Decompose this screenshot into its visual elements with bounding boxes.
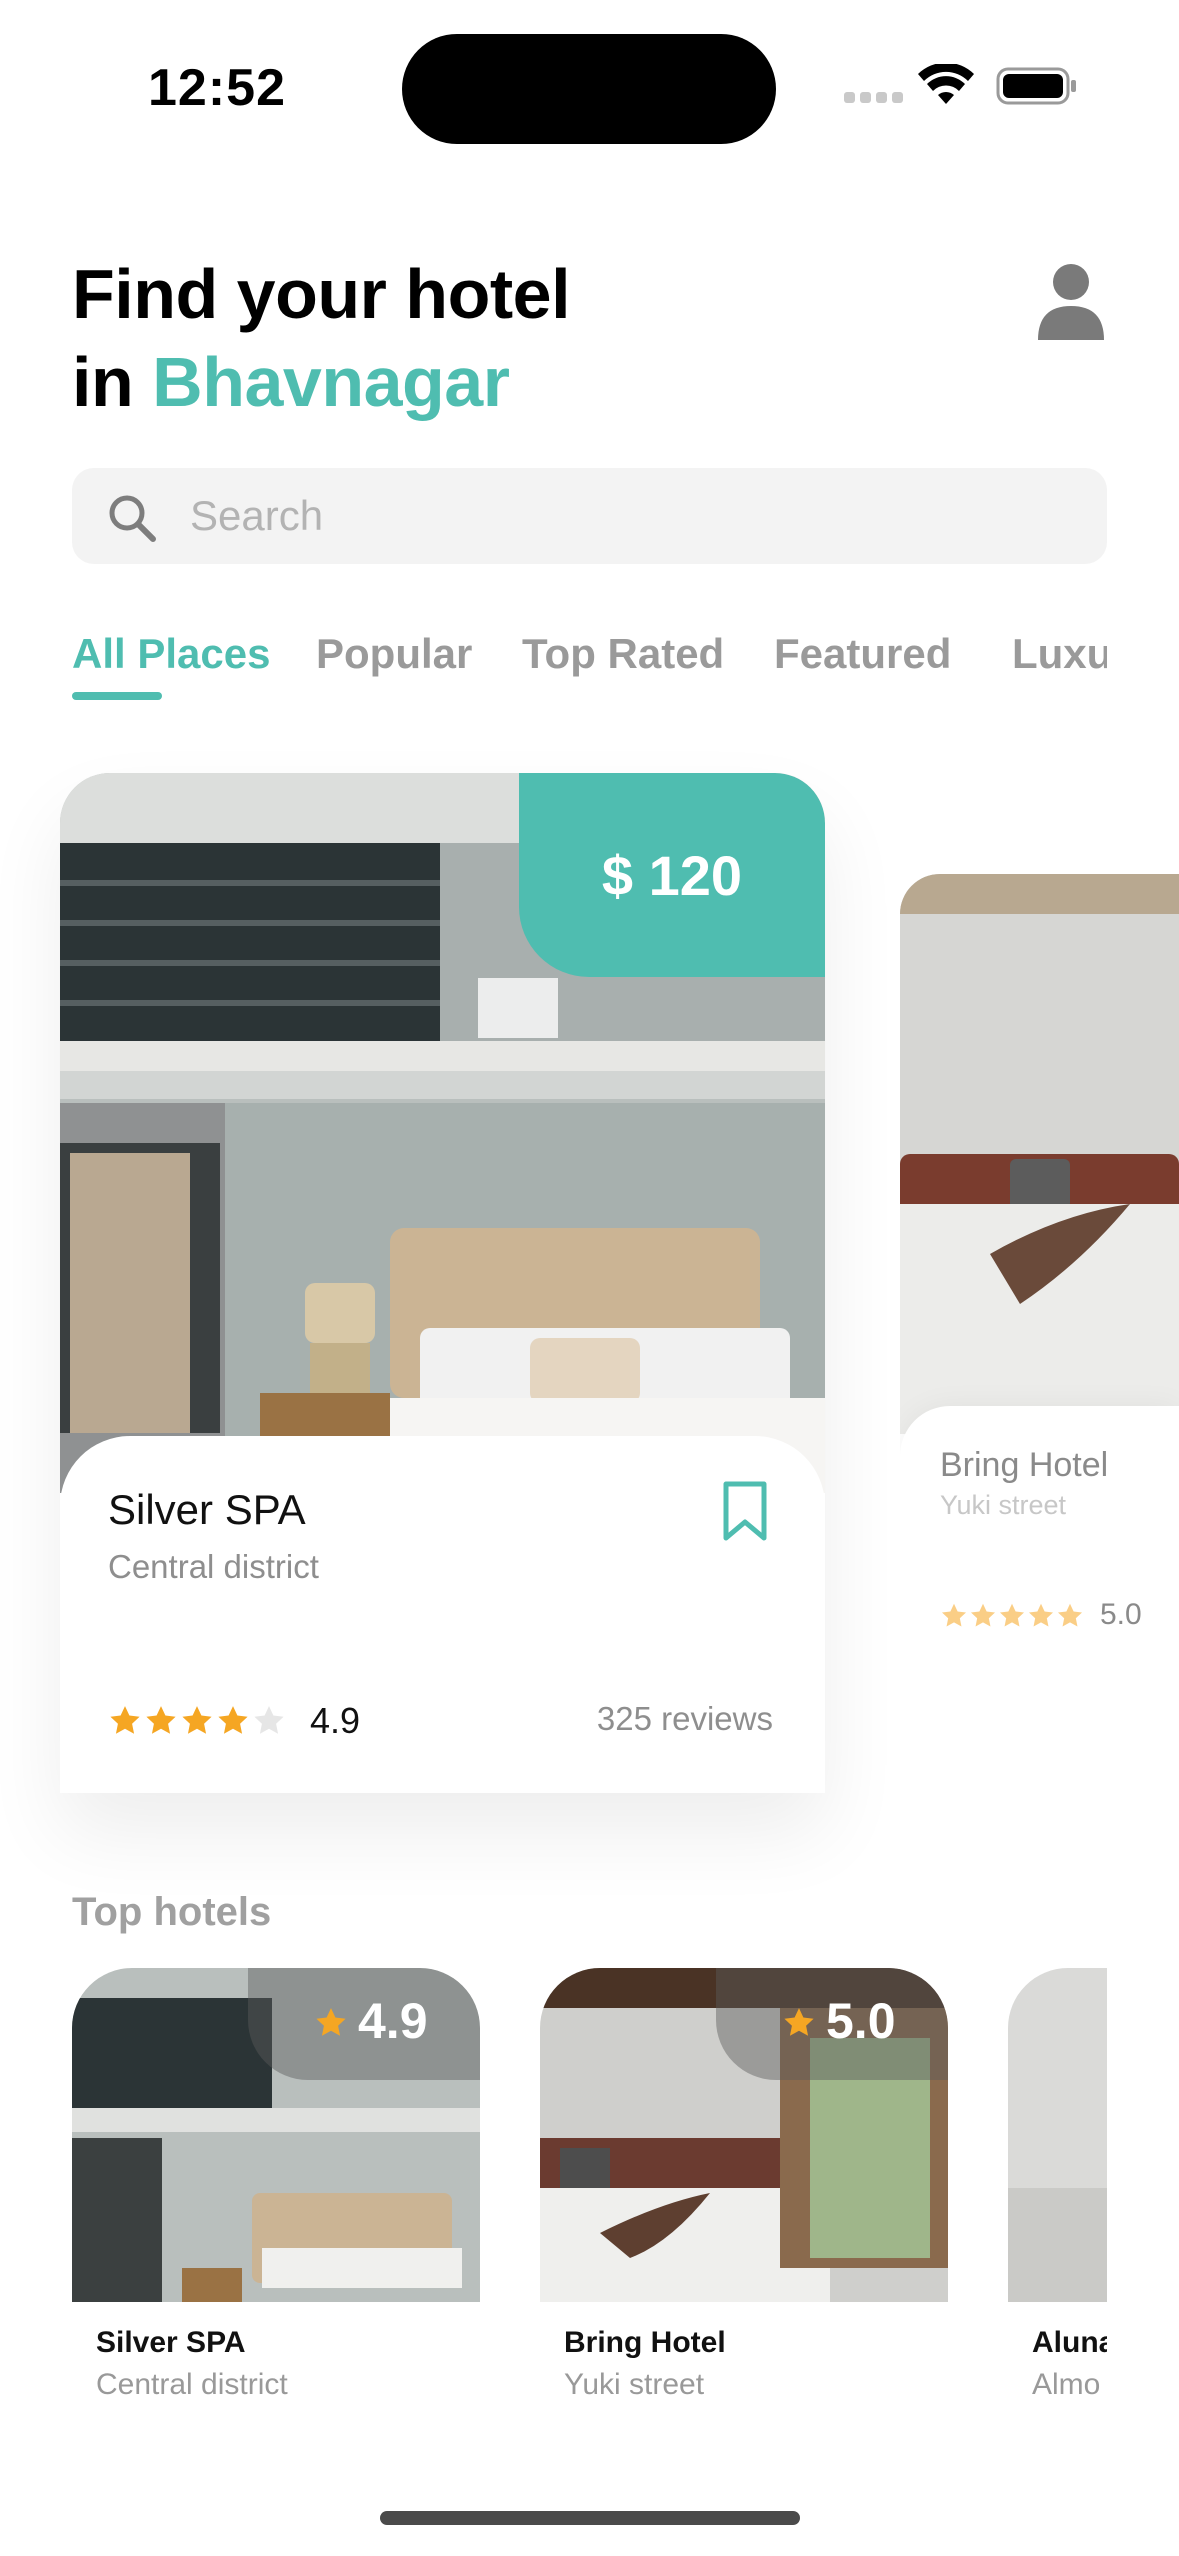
hotel-thumbnail: 5.0 (540, 1968, 948, 2302)
hotel-thumbnail: 4.9 (72, 1968, 480, 2302)
hotel-photo (1008, 1968, 1107, 2302)
bookmark-icon[interactable] (722, 1480, 768, 1542)
person-icon[interactable] (1036, 262, 1106, 342)
hotel-location: Central district (96, 2368, 288, 2401)
hotel-card-info: Bring Hotel Yuki street 5.0 (900, 1406, 1179, 1692)
wifi-icon (918, 64, 974, 104)
star-icon (182, 1706, 212, 1734)
section-title: Top hotels (72, 1890, 272, 1934)
tab-top-rated[interactable]: Top Rated (522, 630, 724, 678)
star-icon (784, 2008, 814, 2036)
tab-featured[interactable]: Featured (774, 630, 951, 678)
rating-value: 4.9 (310, 1700, 361, 1741)
page-title: Find your hotel in Bhavnagar (72, 250, 571, 426)
tab-popular[interactable]: Popular (316, 630, 472, 678)
cellular-signal-icon (844, 92, 904, 104)
city-name: Bhavnagar (152, 343, 510, 421)
rating-badge: 5.0 (716, 1968, 948, 2080)
hotel-card[interactable]: $ 120 Silver SPA Central district 4.9 32… (60, 773, 825, 1793)
dynamic-island (402, 34, 776, 144)
hotel-card[interactable]: Bring Hotel Yuki street 5.0 (900, 874, 1179, 1692)
hotel-name: Silver SPA (96, 2326, 246, 2359)
active-tab-indicator (72, 692, 162, 700)
tab-luxury[interactable]: Luxury (1012, 630, 1107, 678)
star-icon (146, 1706, 176, 1734)
star-icon (254, 1706, 284, 1734)
search-icon (109, 495, 156, 542)
hotel-card-info: Silver SPA Central district 4.9 325 revi… (60, 1436, 825, 1793)
search-input[interactable] (190, 468, 1070, 564)
title-line-2: in Bhavnagar (72, 338, 570, 426)
hotel-name: Bring Hotel (940, 1446, 1109, 1484)
top-hotels-list: 4.9 Silver SPA Central district 5.0 Brin… (72, 1968, 1107, 2428)
rating-badge: 4.9 (248, 1968, 480, 2080)
search-bar[interactable] (72, 468, 1107, 564)
hotel-location: Yuki street (564, 2368, 705, 2401)
star-icon (218, 1706, 248, 1734)
star-icon (941, 1603, 967, 1627)
star-icon (1057, 1603, 1083, 1627)
star-icon (999, 1603, 1025, 1627)
status-time: 12:52 (148, 59, 286, 117)
star-rating (940, 1602, 1084, 1630)
star-icon (1028, 1603, 1054, 1627)
rating-value: 5.0 (826, 1993, 896, 2049)
hotel-name: Aluna (1032, 2326, 1107, 2359)
review-count: 325 reviews (596, 1700, 773, 1737)
rating-value: 4.9 (358, 1993, 428, 2049)
star-icon (110, 1706, 140, 1734)
rating-value: 5.0 (1100, 1598, 1142, 1631)
price-badge: $ 120 (519, 773, 825, 977)
hotel-name: Silver SPA (108, 1486, 306, 1533)
tab-all-places[interactable]: All Places (72, 630, 270, 678)
hotel-location: Almo (1032, 2368, 1101, 2401)
title-prefix: in (72, 343, 153, 421)
battery-icon (996, 67, 1076, 105)
hotel-location: Yuki street (940, 1490, 1067, 1520)
star-rating (108, 1704, 286, 1738)
category-tabs: All Places Popular Top Rated Featured Lu… (72, 630, 1107, 710)
title-line-1: Find your hotel (72, 255, 571, 333)
hotel-name: Bring Hotel (564, 2326, 726, 2359)
star-icon (970, 1603, 996, 1627)
hotel-location: Central district (108, 1548, 319, 1585)
home-indicator (380, 2511, 800, 2525)
hotel-photo (900, 874, 1179, 1434)
star-icon (316, 2008, 346, 2036)
hotel-thumbnail (1008, 1968, 1107, 2302)
